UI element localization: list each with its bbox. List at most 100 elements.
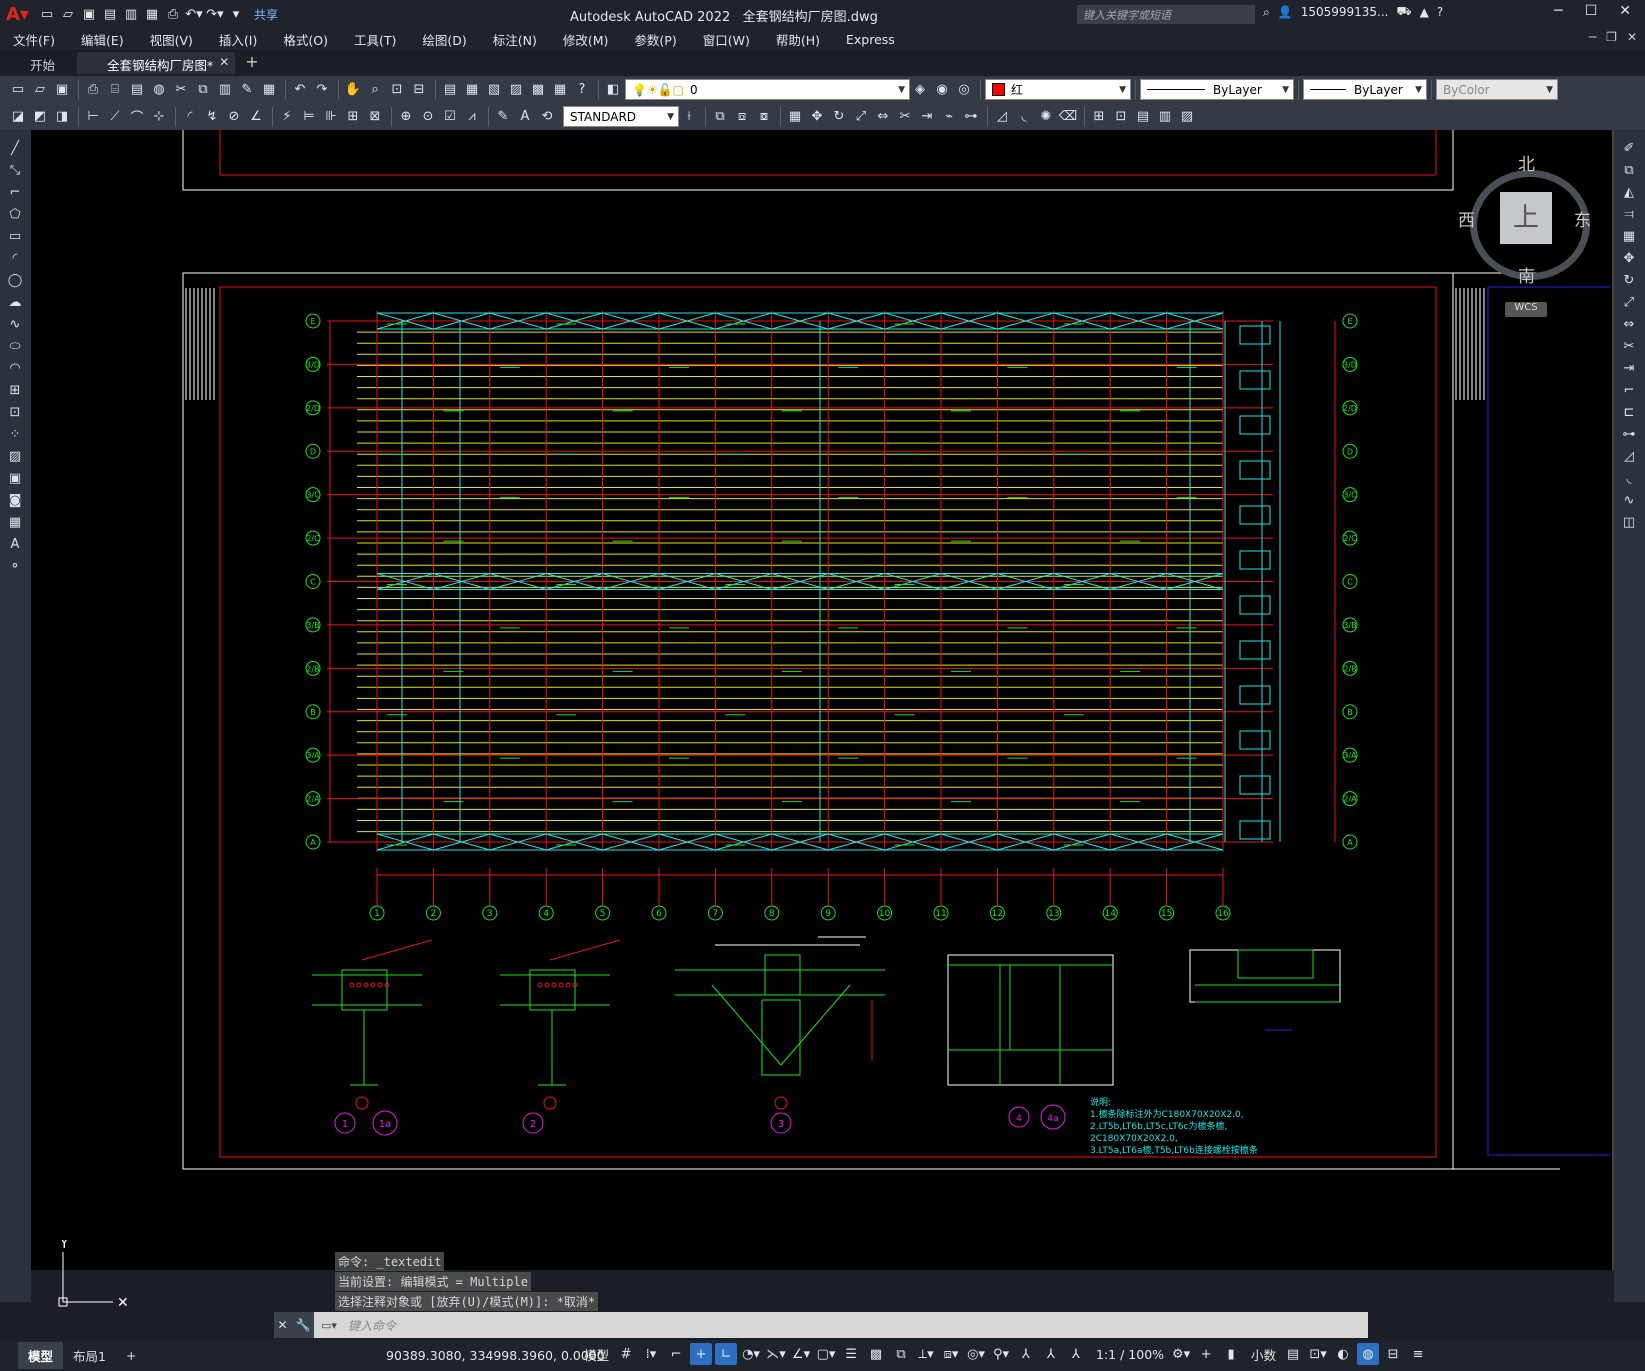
offset-icon[interactable]: ⫤ bbox=[1615, 204, 1643, 225]
explode-icon[interactable]: ◫ bbox=[1615, 512, 1643, 533]
isodraft-icon[interactable]: ⋋▾ bbox=[765, 1343, 787, 1365]
help-icon[interactable]: ? bbox=[1437, 5, 1443, 19]
workspace-gear-icon[interactable]: ⚙▾ bbox=[1170, 1343, 1192, 1365]
new-tab-icon[interactable]: + bbox=[235, 52, 268, 74]
command-input[interactable]: 键入命令 bbox=[348, 1317, 396, 1334]
arc-icon[interactable]: ◜ bbox=[1, 248, 29, 269]
menu-item-3[interactable]: 插入(I) bbox=[206, 30, 270, 49]
rotate-icon[interactable]: ↻ bbox=[829, 107, 849, 127]
close-icon[interactable]: ✕ bbox=[277, 1318, 287, 1332]
dim-jogged-icon[interactable]: ↯ bbox=[202, 107, 222, 127]
redo-icon[interactable]: ↷▾ bbox=[206, 5, 224, 23]
point-icon[interactable]: ⁘ bbox=[1, 424, 29, 445]
scale-icon[interactable]: ⤢ bbox=[851, 107, 871, 127]
tb-copy-icon[interactable]: ⧉ bbox=[193, 80, 213, 100]
doc-restore-icon[interactable]: ❐ bbox=[1606, 30, 1617, 44]
move-icon[interactable]: ✥ bbox=[807, 107, 827, 127]
chamfer-icon[interactable]: ◿ bbox=[1615, 446, 1643, 467]
tb-publish-icon[interactable]: ▤ bbox=[127, 80, 147, 100]
tb-redo-icon[interactable]: ↷ bbox=[312, 80, 332, 100]
ortho-icon[interactable]: ∟ bbox=[715, 1343, 738, 1365]
selection-cycling-icon[interactable]: ⧉ bbox=[890, 1343, 912, 1365]
trim-icon[interactable]: ✂ bbox=[1615, 336, 1643, 357]
spline-icon[interactable]: ∿ bbox=[1, 314, 29, 335]
open-web-icon[interactable]: ▥ bbox=[122, 5, 140, 23]
layer-dropdown[interactable]: 💡☀🔓▢ 0 ▼ bbox=[625, 79, 910, 100]
osnap-icon[interactable]: ▢▾ bbox=[815, 1343, 837, 1365]
autocad-logo-icon[interactable]: A▾ bbox=[6, 4, 29, 25]
lineweight-dropdown[interactable]: ByLayer ▼ bbox=[1303, 79, 1427, 100]
tb2-icon-3[interactable]: ◨ bbox=[52, 107, 72, 127]
dim-aligned-icon[interactable]: ⟋ bbox=[105, 107, 125, 127]
extend-icon[interactable]: ⇥ bbox=[1615, 358, 1643, 379]
viewcube-south[interactable]: 南 bbox=[1518, 262, 1535, 287]
tab-drawing[interactable]: 全套钢结构厂房图* ✕ bbox=[77, 52, 236, 74]
tb-toolpalettes-icon[interactable]: ▧ bbox=[484, 80, 504, 100]
add-layout-icon[interactable]: + bbox=[116, 1344, 146, 1367]
tb-layer-iso-icon[interactable]: ◎ bbox=[954, 80, 974, 100]
snap-icon[interactable]: ⁞▾ bbox=[640, 1343, 662, 1365]
menu-item-4[interactable]: 格式(O) bbox=[270, 30, 341, 49]
menu-item-10[interactable]: 窗口(W) bbox=[690, 30, 763, 49]
doc-minimize-icon[interactable]: ─ bbox=[1589, 30, 1596, 44]
undo-icon[interactable]: ↶▾ bbox=[185, 5, 203, 23]
scale-icon[interactable]: ⤢ bbox=[1615, 292, 1643, 313]
tab-model[interactable]: 模型 bbox=[18, 1342, 64, 1369]
plotstyle-dropdown[interactable]: ByColor ▼ bbox=[1436, 79, 1558, 100]
region-icon[interactable]: ◙ bbox=[1, 490, 29, 511]
menu-item-11[interactable]: 帮助(H) bbox=[763, 30, 833, 49]
search-input[interactable]: 键入关键字或短语 bbox=[1077, 5, 1255, 24]
mtext-icon[interactable]: A bbox=[1, 534, 29, 555]
tb-new-icon[interactable]: ▭ bbox=[8, 80, 28, 100]
mirror-icon[interactable]: ⧈ bbox=[732, 107, 752, 127]
tb-open-icon[interactable]: ▱ bbox=[30, 80, 50, 100]
dim-space-icon[interactable]: ⊞ bbox=[343, 107, 363, 127]
fillet-icon[interactable]: ◟ bbox=[1615, 468, 1643, 489]
annotation-scale-value[interactable]: 1:1 / 100% bbox=[1096, 1347, 1164, 1362]
lock-ui-icon[interactable]: ⊡▾ bbox=[1307, 1343, 1329, 1365]
tb-calculator-icon[interactable]: ▦ bbox=[550, 80, 570, 100]
tb-properties-icon[interactable]: ▤ bbox=[440, 80, 460, 100]
minimize-icon[interactable]: ─ bbox=[1554, 3, 1562, 19]
viewcube-north[interactable]: 北 bbox=[1518, 150, 1535, 175]
units-icon[interactable]: ▮ bbox=[1220, 1343, 1242, 1365]
mirror-icon[interactable]: ◭ bbox=[1615, 182, 1643, 203]
tb-markup-icon[interactable]: ▩ bbox=[528, 80, 548, 100]
erase-icon[interactable]: ✐ bbox=[1615, 138, 1643, 159]
username[interactable]: 1505999135... bbox=[1301, 5, 1389, 19]
join-icon[interactable]: ⊶ bbox=[961, 107, 981, 127]
menu-item-0[interactable]: 文件(F) bbox=[0, 30, 68, 49]
hatch-icon[interactable]: ▨ bbox=[1177, 107, 1197, 127]
ellipse-arc-icon[interactable]: ◠ bbox=[1, 358, 29, 379]
autoscale-icon[interactable]: ⅄ bbox=[1040, 1343, 1062, 1365]
search-icon[interactable]: ⌕ bbox=[1263, 5, 1270, 20]
revcloud-icon[interactable]: ☁ bbox=[1, 292, 29, 313]
break-icon[interactable]: ⌁ bbox=[939, 107, 959, 127]
annotation-visibility-icon[interactable]: ⅄ bbox=[1015, 1343, 1037, 1365]
tb-3dprint-icon[interactable]: ◍ bbox=[149, 80, 169, 100]
tb-blockeditor-icon[interactable]: ▦ bbox=[259, 80, 279, 100]
quick-properties-icon[interactable]: ▤ bbox=[1282, 1343, 1304, 1365]
isolate-objects-icon[interactable]: ◐ bbox=[1332, 1343, 1354, 1365]
break-point-icon[interactable]: ⌐ bbox=[1615, 380, 1643, 401]
extend-icon[interactable]: ⇥ bbox=[917, 107, 937, 127]
offset-icon[interactable]: ⧇ bbox=[754, 107, 774, 127]
xline-icon[interactable]: ⤡ bbox=[1, 160, 29, 181]
close-icon[interactable]: ✕ bbox=[1619, 3, 1631, 19]
dim-quick-icon[interactable]: ⚡ bbox=[277, 107, 297, 127]
table-icon[interactable]: ▦ bbox=[1, 512, 29, 533]
dimstyle-dropdown[interactable]: STANDARD ▼ bbox=[563, 106, 679, 127]
plot-icon[interactable]: ⎙ bbox=[164, 5, 182, 23]
insert-block-icon[interactable]: ⊞ bbox=[1089, 107, 1109, 127]
customize-dropdown-icon[interactable]: ▾ bbox=[227, 5, 245, 23]
customization-icon[interactable]: ≡ bbox=[1407, 1343, 1429, 1365]
save-as-icon[interactable]: ▤ bbox=[101, 5, 119, 23]
array-icon[interactable]: ▦ bbox=[1615, 226, 1643, 247]
transparency-icon[interactable]: ▩ bbox=[865, 1343, 887, 1365]
explode-icon[interactable]: ✺ bbox=[1036, 107, 1056, 127]
tab-close-icon[interactable]: ✕ bbox=[219, 55, 229, 69]
units-value[interactable]: 小数 bbox=[1251, 1345, 1276, 1364]
dim-linear-icon[interactable]: ⊢ bbox=[83, 107, 103, 127]
polar-icon[interactable]: ◔▾ bbox=[740, 1343, 762, 1365]
dim-baseline-icon[interactable]: ⊨ bbox=[299, 107, 319, 127]
